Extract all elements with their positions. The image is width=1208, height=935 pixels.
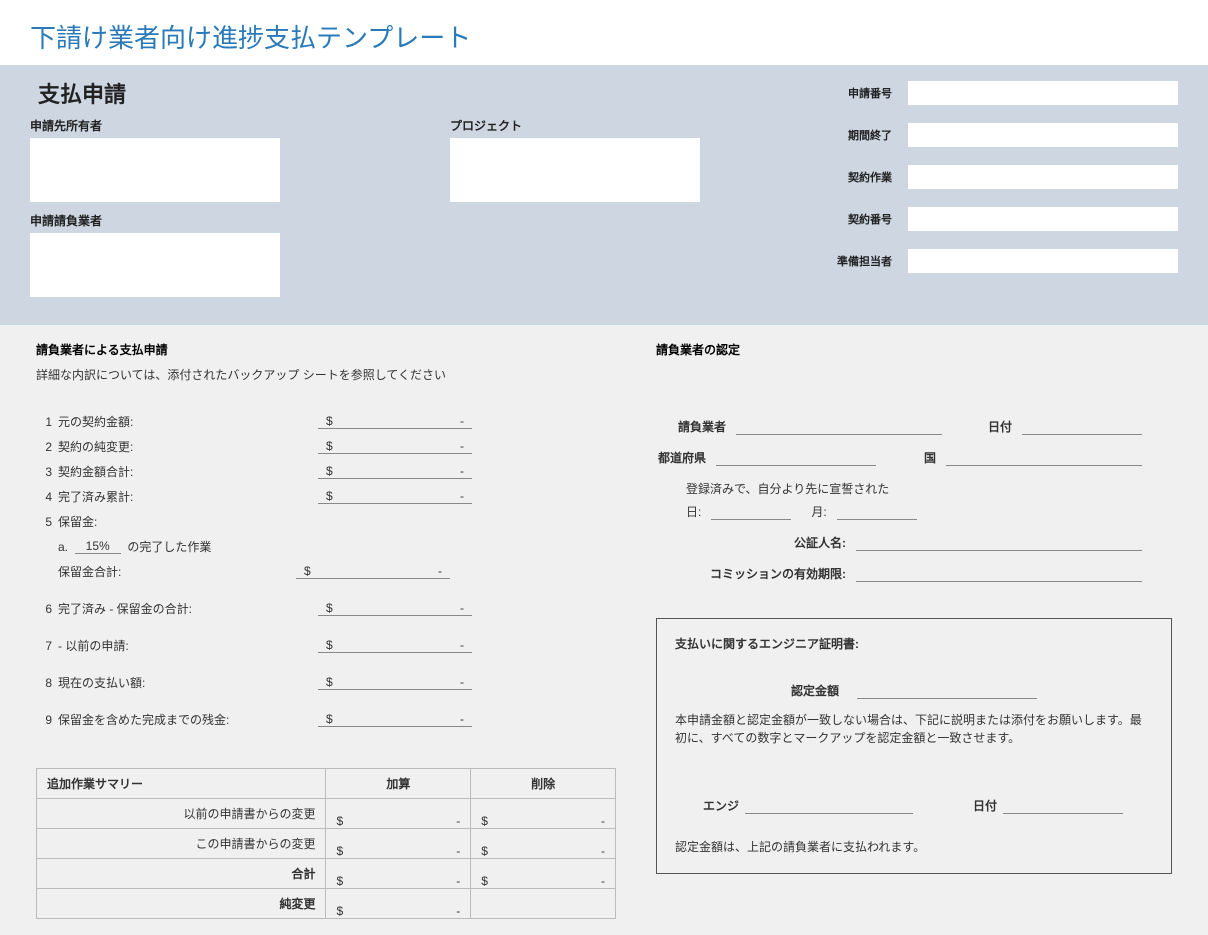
- row6-num: 6: [36, 602, 52, 616]
- eng-engineer-label: エンジ: [675, 797, 745, 814]
- right-column: 請負業者の認定 請負業者 日付 都道府県 国 登録済みで、自分より先に宣誓された…: [656, 341, 1172, 919]
- app-no-input[interactable]: [908, 81, 1178, 105]
- row8-value[interactable]: -: [342, 675, 472, 690]
- cert-date-input[interactable]: [1022, 419, 1142, 435]
- row5-num: 5: [36, 515, 52, 529]
- commission-input[interactable]: [856, 566, 1142, 582]
- retain-pct[interactable]: 15%: [75, 539, 121, 554]
- country-input[interactable]: [946, 450, 1142, 466]
- header-panel: 支払申請 申請先所有者 申請請負業者 プロジェクト 申請番号 期間終了 契約作業…: [0, 65, 1208, 325]
- summary-prev-del[interactable]: $-: [471, 799, 616, 829]
- summary-col-add: 加算: [326, 769, 471, 799]
- row1-label: 元の契約金額:: [58, 413, 318, 430]
- summary-total-add: $-: [326, 859, 471, 889]
- row3-label: 契約金額合計:: [58, 463, 318, 480]
- retain-text: の完了した作業: [127, 538, 211, 555]
- retain-a: a.: [58, 540, 68, 554]
- eng-engineer-input[interactable]: [745, 798, 913, 814]
- period-end-input[interactable]: [908, 123, 1178, 147]
- row1-dollar: $: [318, 414, 342, 429]
- commission-label: コミッションの有効期限:: [656, 565, 856, 582]
- contractor-input[interactable]: [30, 233, 280, 297]
- eng-footer: 認定金額は、上記の請負業者に支払われます。: [675, 838, 1153, 855]
- owner-input[interactable]: [30, 138, 280, 202]
- notary-input[interactable]: [856, 535, 1142, 551]
- cert-contractor-label: 請負業者: [656, 418, 736, 435]
- summary-row-net: 純変更: [37, 889, 326, 919]
- summary-row-total: 合計: [37, 859, 326, 889]
- row4-label: 完了済み累計:: [58, 488, 318, 505]
- retain-total-label: 保留金合計:: [58, 563, 296, 580]
- row9-label: 保留金を含めた完成までの残金:: [58, 711, 318, 728]
- month-label: 月:: [811, 503, 826, 520]
- cert-contractor-input[interactable]: [736, 419, 942, 435]
- row4-value[interactable]: -: [342, 489, 472, 504]
- app-no-label: 申請番号: [818, 85, 908, 101]
- month-input[interactable]: [837, 504, 917, 520]
- contractor-label: 申請請負業者: [30, 212, 410, 229]
- prepared-by-input[interactable]: [908, 249, 1178, 273]
- summary-this-del[interactable]: $-: [471, 829, 616, 859]
- row3-value[interactable]: -: [342, 464, 472, 479]
- engineer-box: 支払いに関するエンジニア証明書: 認定金額 本申請金額と認定金額が一致しない場合…: [656, 618, 1172, 874]
- left-subnote: 詳細な内訳については、添付されたバックアップ シートを参照してください: [36, 366, 616, 383]
- row9-value[interactable]: -: [342, 712, 472, 727]
- contract-no-label: 契約番号: [818, 211, 908, 227]
- summary-row-this: この申請書からの変更: [37, 829, 326, 859]
- row7-value[interactable]: -: [342, 638, 472, 653]
- contract-work-input[interactable]: [908, 165, 1178, 189]
- registered-text: 登録済みで、自分より先に宣誓された: [686, 480, 1172, 497]
- summary-prev-add[interactable]: $-: [326, 799, 471, 829]
- contract-work-label: 契約作業: [818, 169, 908, 185]
- row4-num: 4: [36, 490, 52, 504]
- row1-value[interactable]: -: [342, 414, 472, 429]
- eng-date-label: 日付: [953, 797, 1003, 814]
- retain-total-value[interactable]: -: [320, 564, 450, 579]
- project-label: プロジェクト: [450, 117, 710, 134]
- left-column: 請負業者による支払申請 詳細な内訳については、添付されたバックアップ シートを参…: [36, 341, 616, 919]
- day-input[interactable]: [711, 504, 791, 520]
- row6-label: 完了済み - 保留金の合計:: [58, 600, 318, 617]
- notary-label: 公証人名:: [656, 534, 856, 551]
- summary-row-prev: 以前の申請書からの変更: [37, 799, 326, 829]
- row7-label: - 以前の申請:: [58, 637, 318, 654]
- row2-value[interactable]: -: [342, 439, 472, 454]
- row9-num: 9: [36, 713, 52, 727]
- row3-num: 3: [36, 465, 52, 479]
- state-input[interactable]: [716, 450, 876, 466]
- row6-value[interactable]: -: [342, 601, 472, 616]
- row2-num: 2: [36, 440, 52, 454]
- row2-label: 契約の純変更:: [58, 438, 318, 455]
- row8-label: 現在の支払い額:: [58, 674, 318, 691]
- summary-total-del: $-: [471, 859, 616, 889]
- summary-table: 追加作業サマリー 加算 削除 以前の申請書からの変更 $- $- この申請書から…: [36, 768, 616, 919]
- summary-net: $-: [326, 889, 471, 919]
- project-input[interactable]: [450, 138, 700, 202]
- state-label: 都道府県: [656, 449, 716, 466]
- eng-amount-label: 認定金額: [791, 682, 839, 699]
- summary-this-add[interactable]: $-: [326, 829, 471, 859]
- country-label: 国: [906, 449, 946, 466]
- eng-text: 本申請金額と認定金額が一致しない場合は、下記に説明または添付をお願いします。最初…: [675, 711, 1153, 747]
- eng-title: 支払いに関するエンジニア証明書:: [675, 635, 1153, 652]
- prepared-by-label: 準備担当者: [818, 253, 908, 269]
- day-label: 日:: [686, 503, 701, 520]
- row8-num: 8: [36, 676, 52, 690]
- period-end-label: 期間終了: [818, 127, 908, 143]
- summary-title: 追加作業サマリー: [37, 769, 326, 799]
- row7-num: 7: [36, 639, 52, 653]
- eng-amount-input[interactable]: [857, 683, 1037, 699]
- page-title: 下請け業者向け進捗支払テンプレート: [0, 0, 1208, 65]
- eng-date-input[interactable]: [1003, 798, 1123, 814]
- cert-date-label: 日付: [972, 418, 1022, 435]
- row5-label: 保留金:: [58, 513, 318, 530]
- row1-num: 1: [36, 415, 52, 429]
- left-section-title: 請負業者による支払申請: [36, 341, 616, 358]
- contract-no-input[interactable]: [908, 207, 1178, 231]
- owner-label: 申請先所有者: [30, 117, 410, 134]
- right-section-title: 請負業者の認定: [656, 341, 1172, 358]
- summary-col-del: 削除: [471, 769, 616, 799]
